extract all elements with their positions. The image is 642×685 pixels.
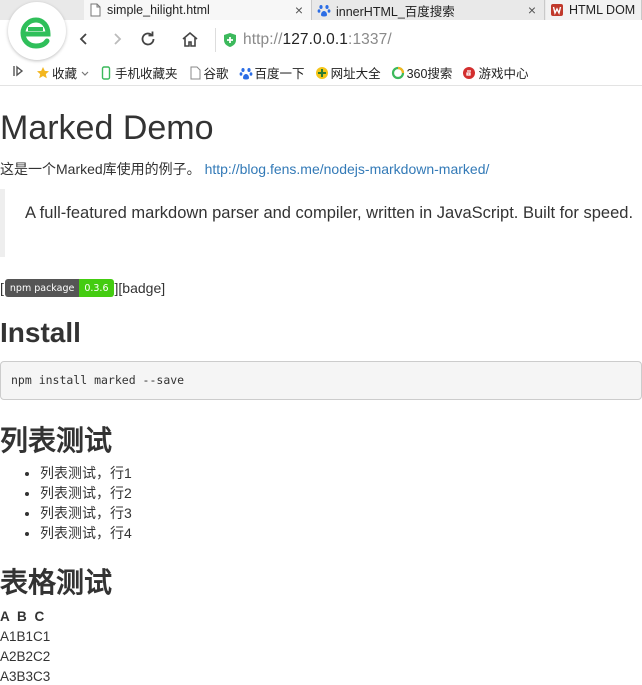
page-content: Marked Demo 这是一个Marked库使用的例子。 http://blo… — [0, 87, 642, 685]
tab-html-dom[interactable]: HTML DOM — [546, 0, 642, 20]
bookmark-360-search[interactable]: 360搜索 — [391, 63, 452, 82]
home-button[interactable] — [179, 28, 201, 50]
test-table: A B C A1B1C1 A2B2C2 A3B3C3 — [0, 607, 50, 685]
bookmark-favorites[interactable]: 收藏 — [36, 63, 89, 82]
forward-arrow-icon — [114, 33, 122, 45]
list-item: 列表测试，行2 — [40, 483, 132, 503]
badge-label: npm package — [4, 279, 80, 297]
tab-title: HTML DOM — [569, 3, 636, 17]
tab-innerhtml-search[interactable]: innerHTML_百度搜索 × — [313, 0, 545, 20]
list-item: 列表测试，行3 — [40, 503, 132, 523]
bookmark-mobile[interactable]: 手机收藏夹 — [99, 63, 178, 82]
intro-paragraph: 这是一个Marked库使用的例子。 http://blog.fens.me/no… — [0, 159, 489, 179]
w3school-icon — [550, 3, 564, 17]
tab-simple-hilight[interactable]: simple_hilight.html × — [84, 0, 312, 20]
address-bar[interactable]: http://127.0.0.1:1337/ — [215, 28, 642, 52]
bookmark-sites[interactable]: 网址大全 — [315, 63, 381, 82]
badge-line: [ npm package 0.3.6 ][badge] — [0, 279, 165, 297]
page-title: Marked Demo — [0, 109, 214, 147]
intro-link[interactable]: http://blog.fens.me/nodejs-markdown-mark… — [205, 161, 490, 177]
close-icon[interactable]: × — [295, 2, 303, 18]
back-arrow-icon — [79, 33, 87, 45]
bookmark-games[interactable]: 游戏中心 — [462, 63, 528, 82]
table-row: A3B3C3 — [0, 669, 51, 684]
navigation-bar: http://127.0.0.1:1337/ — [0, 20, 642, 60]
bookmark-google[interactable]: 谷歌 — [188, 63, 229, 82]
table-heading: 表格测试 — [0, 567, 113, 598]
star-icon — [36, 66, 50, 80]
game-icon — [462, 66, 476, 80]
browser-logo[interactable] — [8, 2, 66, 60]
tab-title: simple_hilight.html — [107, 3, 210, 17]
home-icon — [182, 31, 198, 47]
blockquote: A full-featured markdown parser and comp… — [0, 189, 642, 257]
table-header-row: A B C — [0, 609, 45, 624]
bookmark-baidu[interactable]: 百度一下 — [239, 63, 305, 82]
tab-title: innerHTML_百度搜索 — [336, 4, 455, 19]
phone-icon — [99, 65, 113, 80]
test-list: 列表测试，行1 列表测试，行2 列表测试，行3 列表测试，行4 — [22, 463, 132, 543]
list-heading: 列表测试 — [0, 425, 113, 456]
search-ring-icon — [391, 66, 405, 80]
chevron-down-icon — [81, 66, 89, 80]
list-item: 列表测试，行1 — [40, 463, 132, 483]
reload-button[interactable] — [137, 28, 159, 50]
intro-text: 这是一个Marked库使用的例子。 — [0, 161, 201, 177]
npm-badge[interactable]: npm package 0.3.6 — [4, 279, 114, 297]
badge-bracket-open: [ — [0, 280, 4, 296]
baidu-paw-icon — [239, 66, 253, 80]
badge-suffix: ][badge] — [114, 280, 166, 296]
document-icon — [88, 3, 102, 17]
document-icon — [188, 66, 202, 80]
shield-icon — [224, 33, 236, 47]
reload-icon — [141, 31, 155, 46]
baidu-paw-icon — [317, 3, 331, 17]
forward-button[interactable] — [106, 28, 128, 50]
install-heading: Install — [0, 317, 81, 348]
tab-bar: simple_hilight.html × innerHTML_百度搜索 × H… — [0, 0, 642, 20]
badge-version: 0.3.6 — [79, 279, 114, 297]
install-code-block: npm install marked --save — [0, 361, 642, 400]
list-item: 列表测试，行4 — [40, 523, 132, 543]
back-button[interactable] — [73, 28, 95, 50]
close-icon[interactable]: × — [528, 2, 536, 18]
sidebar-toggle-icon[interactable] — [12, 65, 24, 80]
bookmarks-bar: 收藏 手机收藏夹 谷歌 百度一下 网址大全 360搜索 游戏中心 — [0, 60, 642, 86]
url-text[interactable]: http://127.0.0.1:1337/ — [243, 31, 392, 49]
table-row: A1B1C1 — [0, 629, 51, 644]
globe-icon — [315, 66, 329, 80]
table-row: A2B2C2 — [0, 649, 51, 664]
